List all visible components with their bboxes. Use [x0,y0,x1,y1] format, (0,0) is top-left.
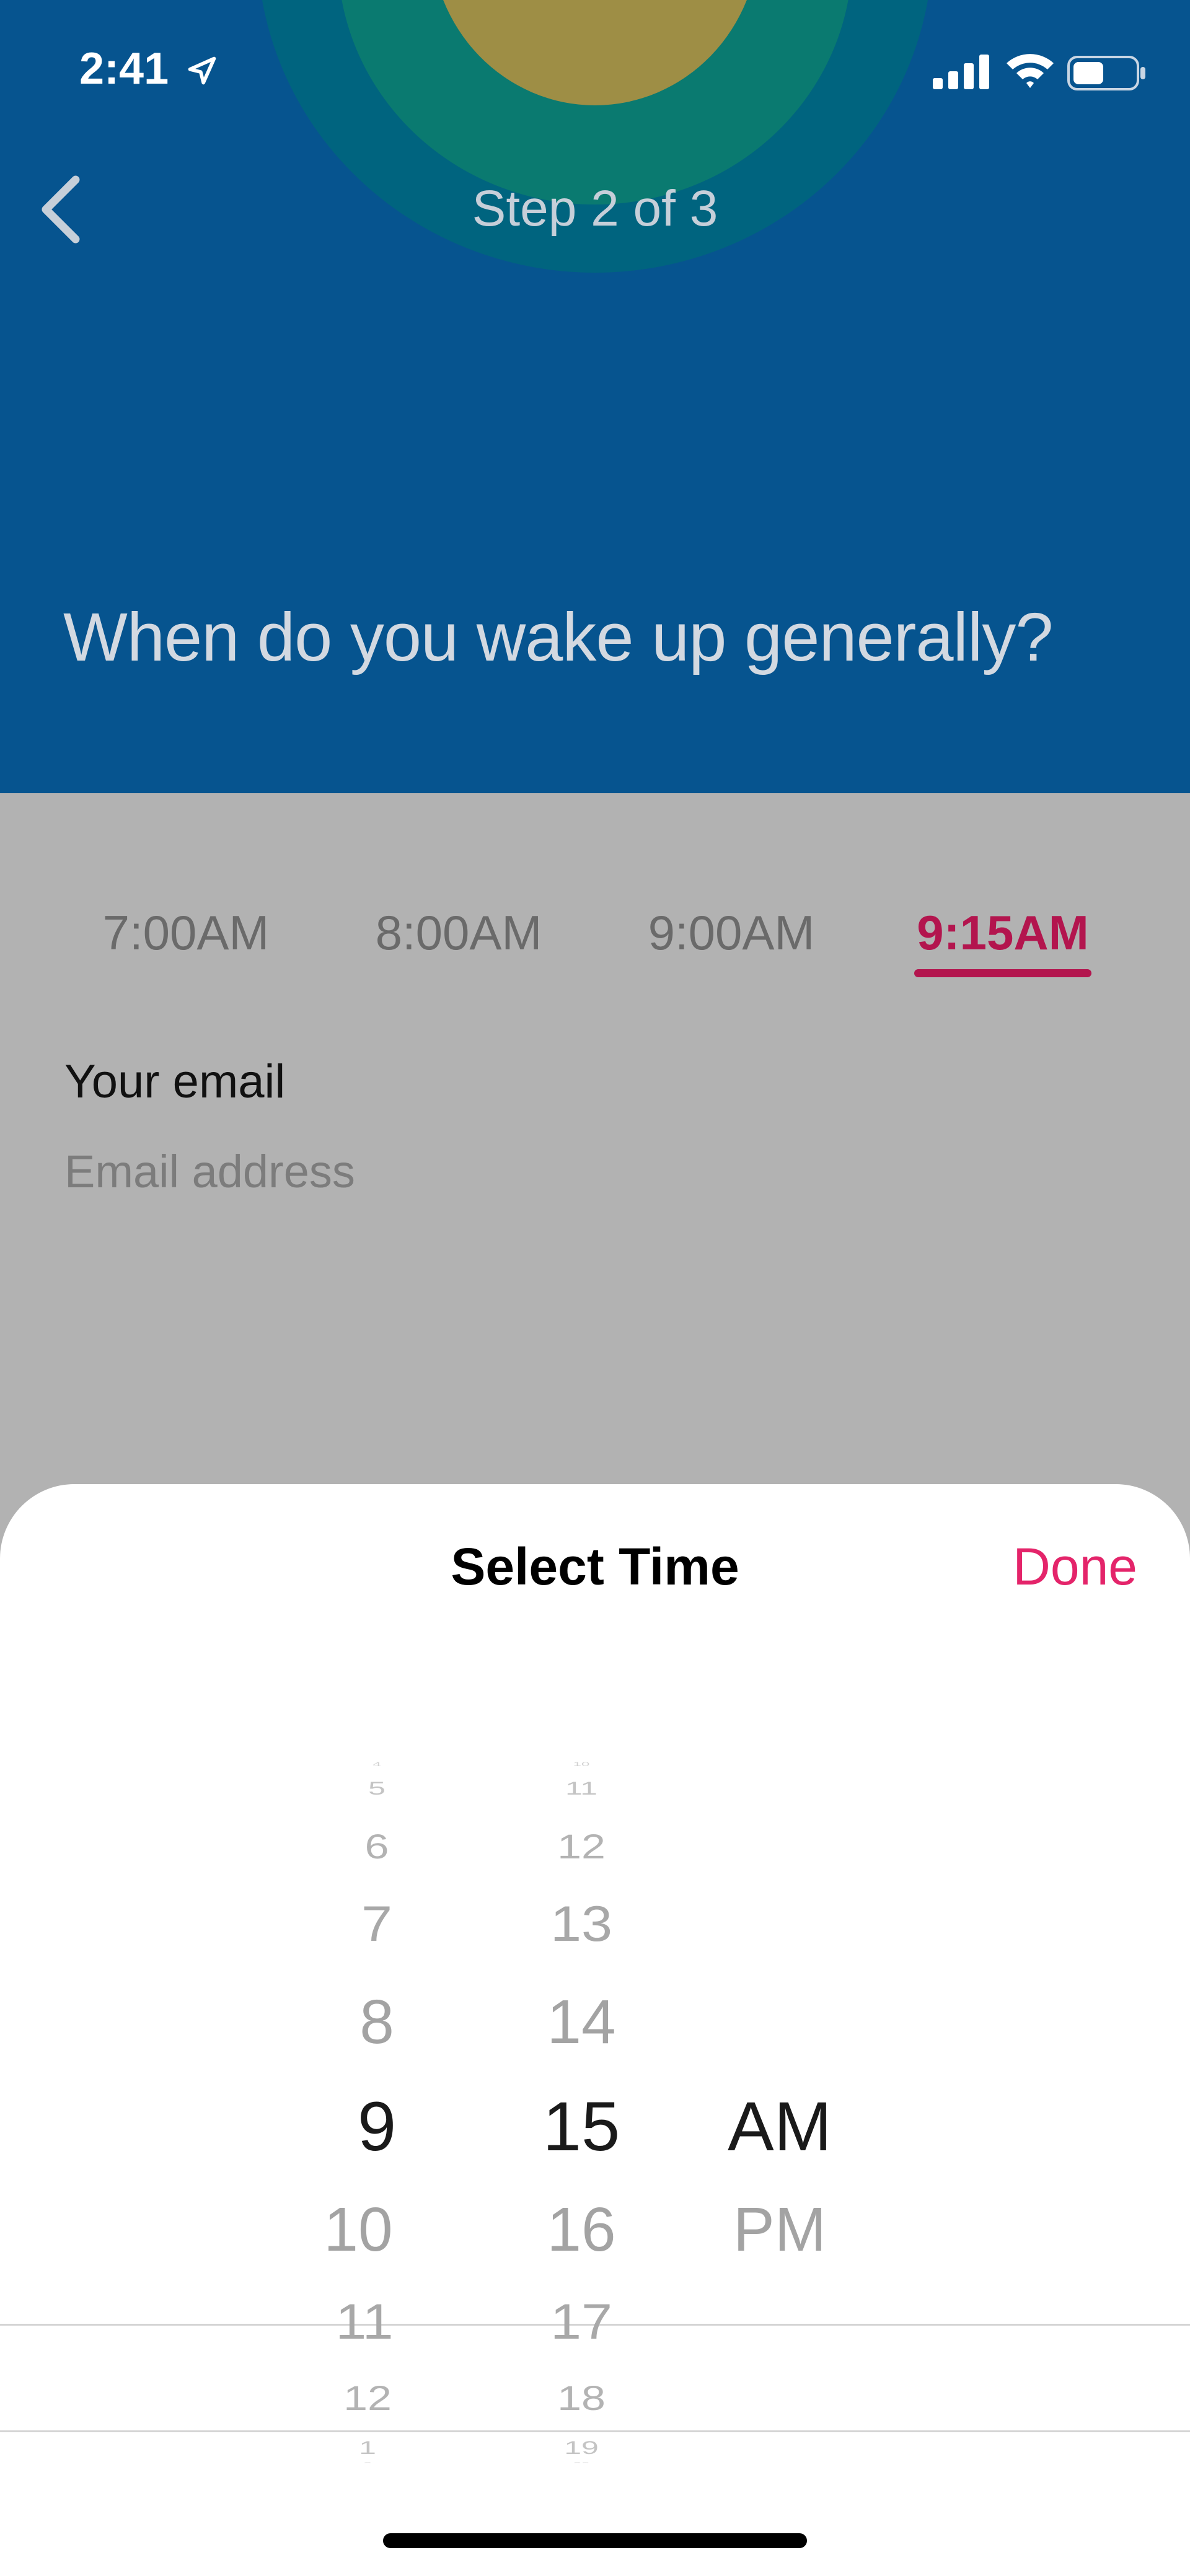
hour-option: 8 [359,1987,394,2057]
minute-option: 20 [507,2461,656,2463]
wifi-icon [1004,50,1056,92]
home-indicator [383,2533,807,2548]
header: 2:41 Step 2 of 3 When do you wake up gen… [0,0,1190,793]
period-wheel[interactable]: AM PM [705,1757,854,2463]
question-heading: When do you wake up generally? [63,599,1054,675]
status-bar: 2:41 [0,0,1190,143]
email-field[interactable] [64,1140,994,1202]
time-option-8-00am[interactable]: 8:00AM [341,905,576,978]
hour-option: 5 [368,1778,386,1799]
cellular-signal-icon [933,55,990,92]
minute-option: 17 [550,2294,613,2350]
hour-wheel[interactable]: 4 5 6 7 8 9 10 11 12 1 2 [302,1757,451,2463]
minute-option: 11 [565,1778,597,1799]
sheet-title: Select Time [451,1537,739,1596]
time-options: 7:00AM 8:00AM 9:00AM 9:15AM [0,905,1190,991]
time-option-7-00am[interactable]: 7:00AM [68,905,304,978]
status-time: 2:41 [79,44,169,94]
location-arrow-icon [186,55,218,90]
time-picker-sheet: Select Time Done 4 5 6 7 8 9 10 11 12 1 … [0,1484,1190,2576]
time-option-9-15am[interactable]: 9:15AM [885,905,1121,978]
minute-option: 14 [547,1987,616,2057]
hour-option: 2 [293,2461,442,2463]
selected-tab-underline [914,969,1091,977]
minute-option: 16 [547,2195,616,2264]
hour-option: 7 [361,1896,393,1952]
hour-option: 11 [335,2294,394,2350]
time-option-9-00am[interactable]: 9:00AM [614,905,849,978]
hour-option: 10 [324,2195,393,2264]
hour-option: 1 [359,2437,376,2458]
period-option: PM [733,2195,826,2264]
hour-option: 4 [372,1761,381,1768]
minute-option: 18 [557,2378,606,2418]
hour-option-selected: 9 [357,2088,397,2165]
battery-icon [1067,56,1147,94]
minute-option-selected: 15 [542,2088,620,2165]
minute-option: 13 [550,1896,613,1952]
hour-option: 12 [343,2378,392,2418]
minute-option: 10 [573,1761,590,1768]
period-option-selected: AM [728,2088,832,2165]
step-indicator: Step 2 of 3 [472,180,718,237]
minute-option: 19 [564,2437,599,2458]
email-label: Your email [64,1055,286,1108]
minute-wheel[interactable]: 10 11 12 13 14 15 16 17 18 19 20 [507,1757,656,2463]
hour-option: 6 [364,1827,389,1866]
time-picker: 4 5 6 7 8 9 10 11 12 1 2 10 11 12 13 14 … [0,1757,1190,2463]
done-button[interactable]: Done [1013,1537,1137,1597]
minute-option: 12 [557,1827,606,1866]
